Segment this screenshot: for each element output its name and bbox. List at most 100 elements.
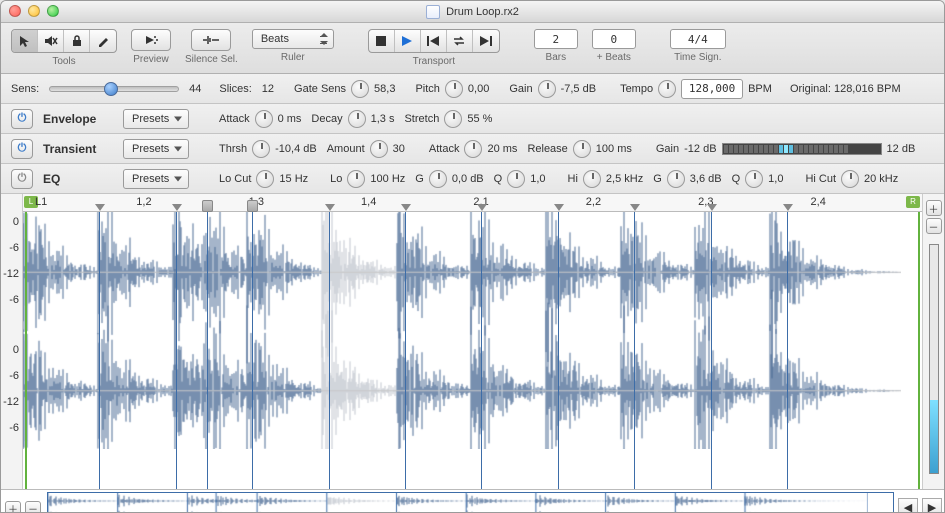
tr-release-knob[interactable] — [573, 140, 591, 158]
slice-marker[interactable] — [558, 212, 559, 489]
eq-g2-label: G — [653, 173, 662, 185]
slice-marker[interactable] — [481, 212, 482, 489]
waveform-area: 0-6-12-6 0-6-12-6 L L1 1,2 1,3 1,4 2,1 2… — [1, 194, 944, 489]
eq-locut-knob[interactable] — [256, 170, 274, 188]
silence-button[interactable] — [191, 29, 231, 51]
tr-amount-value: 30 — [393, 143, 405, 155]
tr-attack-knob[interactable] — [464, 140, 482, 158]
hzoom-out-button[interactable]: － — [25, 501, 41, 513]
eq-q1-label: Q — [494, 173, 503, 185]
rewind-button[interactable] — [421, 30, 447, 52]
eq-title: EQ — [43, 172, 113, 186]
eq-hi-knob[interactable] — [583, 170, 601, 188]
slice-marker[interactable] — [252, 212, 253, 489]
bpm-label: BPM — [748, 83, 772, 95]
waveform-canvas[interactable] — [23, 212, 901, 449]
close-icon[interactable] — [9, 5, 21, 17]
loop-start-line[interactable] — [25, 212, 27, 489]
ruler-dropdown[interactable]: Beats — [252, 29, 334, 49]
main-toolbar: Tools Preview Silence Sel. Beats Ruler T… — [1, 23, 944, 74]
loop-button[interactable] — [447, 30, 473, 52]
orig-tempo-label: Original: 128,016 BPM — [790, 83, 901, 95]
beats-field[interactable]: 0 — [592, 29, 636, 49]
ruler-tick: 1,2 — [136, 196, 151, 208]
vzoom-in-button[interactable]: ＋ — [926, 200, 942, 216]
slice-marker[interactable] — [329, 212, 330, 489]
overview-waveform[interactable] — [47, 492, 894, 513]
eq-q1-value: 1,0 — [530, 173, 545, 185]
gain-label: Gain — [509, 83, 532, 95]
beats-label: + Beats — [597, 52, 631, 63]
titlebar[interactable]: Drum Loop.rx2 — [1, 1, 944, 23]
slices-label: Slices: — [219, 83, 251, 95]
tr-thrsh-knob[interactable] — [252, 140, 270, 158]
sensitivity-row: Sens: 44 Slices: 12 Gate Sens58,3 Pitch0… — [1, 74, 944, 104]
tempo-label: Tempo — [620, 83, 653, 95]
lock-tool[interactable] — [64, 30, 90, 52]
bars-field[interactable]: 2 — [534, 29, 578, 49]
sens-slider[interactable] — [49, 86, 179, 92]
tr-gain-label: Gain — [656, 143, 679, 155]
mute-tool[interactable] — [38, 30, 64, 52]
tr-attack-value: 20 ms — [487, 143, 517, 155]
transient-title: Transient — [43, 142, 113, 156]
envelope-presets-dropdown[interactable]: Presets — [123, 109, 189, 129]
overview-next-button[interactable]: ▶ — [922, 498, 942, 513]
gatesens-knob[interactable] — [351, 80, 369, 98]
tempo-knob[interactable] — [658, 80, 676, 98]
arrow-tool[interactable] — [12, 30, 38, 52]
gain-knob[interactable] — [538, 80, 556, 98]
ruler-tick: 2,4 — [811, 196, 826, 208]
loop-end-line[interactable] — [918, 212, 920, 489]
slice-marker[interactable] — [787, 212, 788, 489]
eq-g1-value: 0,0 dB — [452, 173, 484, 185]
transient-presets-dropdown[interactable]: Presets — [123, 139, 189, 159]
slice-marker[interactable] — [405, 212, 406, 489]
eq-row: ⏻ EQ Presets Lo Cut15 Hz Lo100 Hz G0,0 d… — [1, 164, 944, 194]
slice-marker[interactable] — [711, 212, 712, 489]
tempo-field[interactable]: 128,000 — [681, 79, 743, 99]
timesig-field[interactable]: 4/4 — [670, 29, 726, 49]
gain-meter — [722, 143, 882, 155]
slice-marker[interactable] — [99, 212, 100, 489]
eq-q1-knob[interactable] — [507, 170, 525, 188]
envelope-power-button[interactable]: ⏻ — [11, 109, 33, 129]
transient-power-button[interactable]: ⏻ — [11, 139, 33, 159]
env-decay-knob[interactable] — [348, 110, 366, 128]
ruler-tick: 2,2 — [586, 196, 601, 208]
play-button[interactable] — [395, 30, 421, 52]
eq-g2-knob[interactable] — [667, 170, 685, 188]
slice-marker[interactable] — [207, 212, 208, 489]
tr-amount-knob[interactable] — [370, 140, 388, 158]
env-stretch-label: Stretch — [404, 113, 439, 125]
eq-q2-knob[interactable] — [745, 170, 763, 188]
slice-marker[interactable] — [176, 212, 177, 489]
eq-hicut-knob[interactable] — [841, 170, 859, 188]
env-attack-knob[interactable] — [255, 110, 273, 128]
env-stretch-value: 55 % — [467, 113, 492, 125]
overview-prev-button[interactable]: ◀ — [898, 498, 918, 513]
forward-button[interactable] — [473, 30, 499, 52]
hzoom-in-button[interactable]: ＋ — [5, 501, 21, 513]
window-title: Drum Loop.rx2 — [426, 5, 519, 19]
env-stretch-knob[interactable] — [444, 110, 462, 128]
ruler-tick: 1,4 — [361, 196, 376, 208]
eq-lo-knob[interactable] — [347, 170, 365, 188]
loop-right-marker[interactable]: R — [906, 196, 920, 208]
preview-button[interactable] — [131, 29, 171, 51]
minimize-icon[interactable] — [28, 5, 40, 17]
eq-g1-knob[interactable] — [429, 170, 447, 188]
tr-release-value: 100 ms — [596, 143, 632, 155]
slice-marker[interactable] — [634, 212, 635, 489]
eq-presets-dropdown[interactable]: Presets — [123, 169, 189, 189]
app-window: Drum Loop.rx2 Tools Preview Silence Sel.… — [0, 0, 945, 513]
pencil-tool[interactable] — [90, 30, 116, 52]
env-decay-value: 1,3 s — [371, 113, 395, 125]
eq-power-button[interactable]: ⏻ — [11, 169, 33, 189]
vzoom-out-button[interactable]: － — [926, 218, 942, 234]
stop-button[interactable] — [369, 30, 395, 52]
tools-label: Tools — [52, 56, 75, 67]
waveform-plot[interactable]: L L1 1,2 1,3 1,4 2,1 2,2 2,3 2,4 R — [23, 194, 922, 489]
pitch-knob[interactable] — [445, 80, 463, 98]
zoom-icon[interactable] — [47, 5, 59, 17]
